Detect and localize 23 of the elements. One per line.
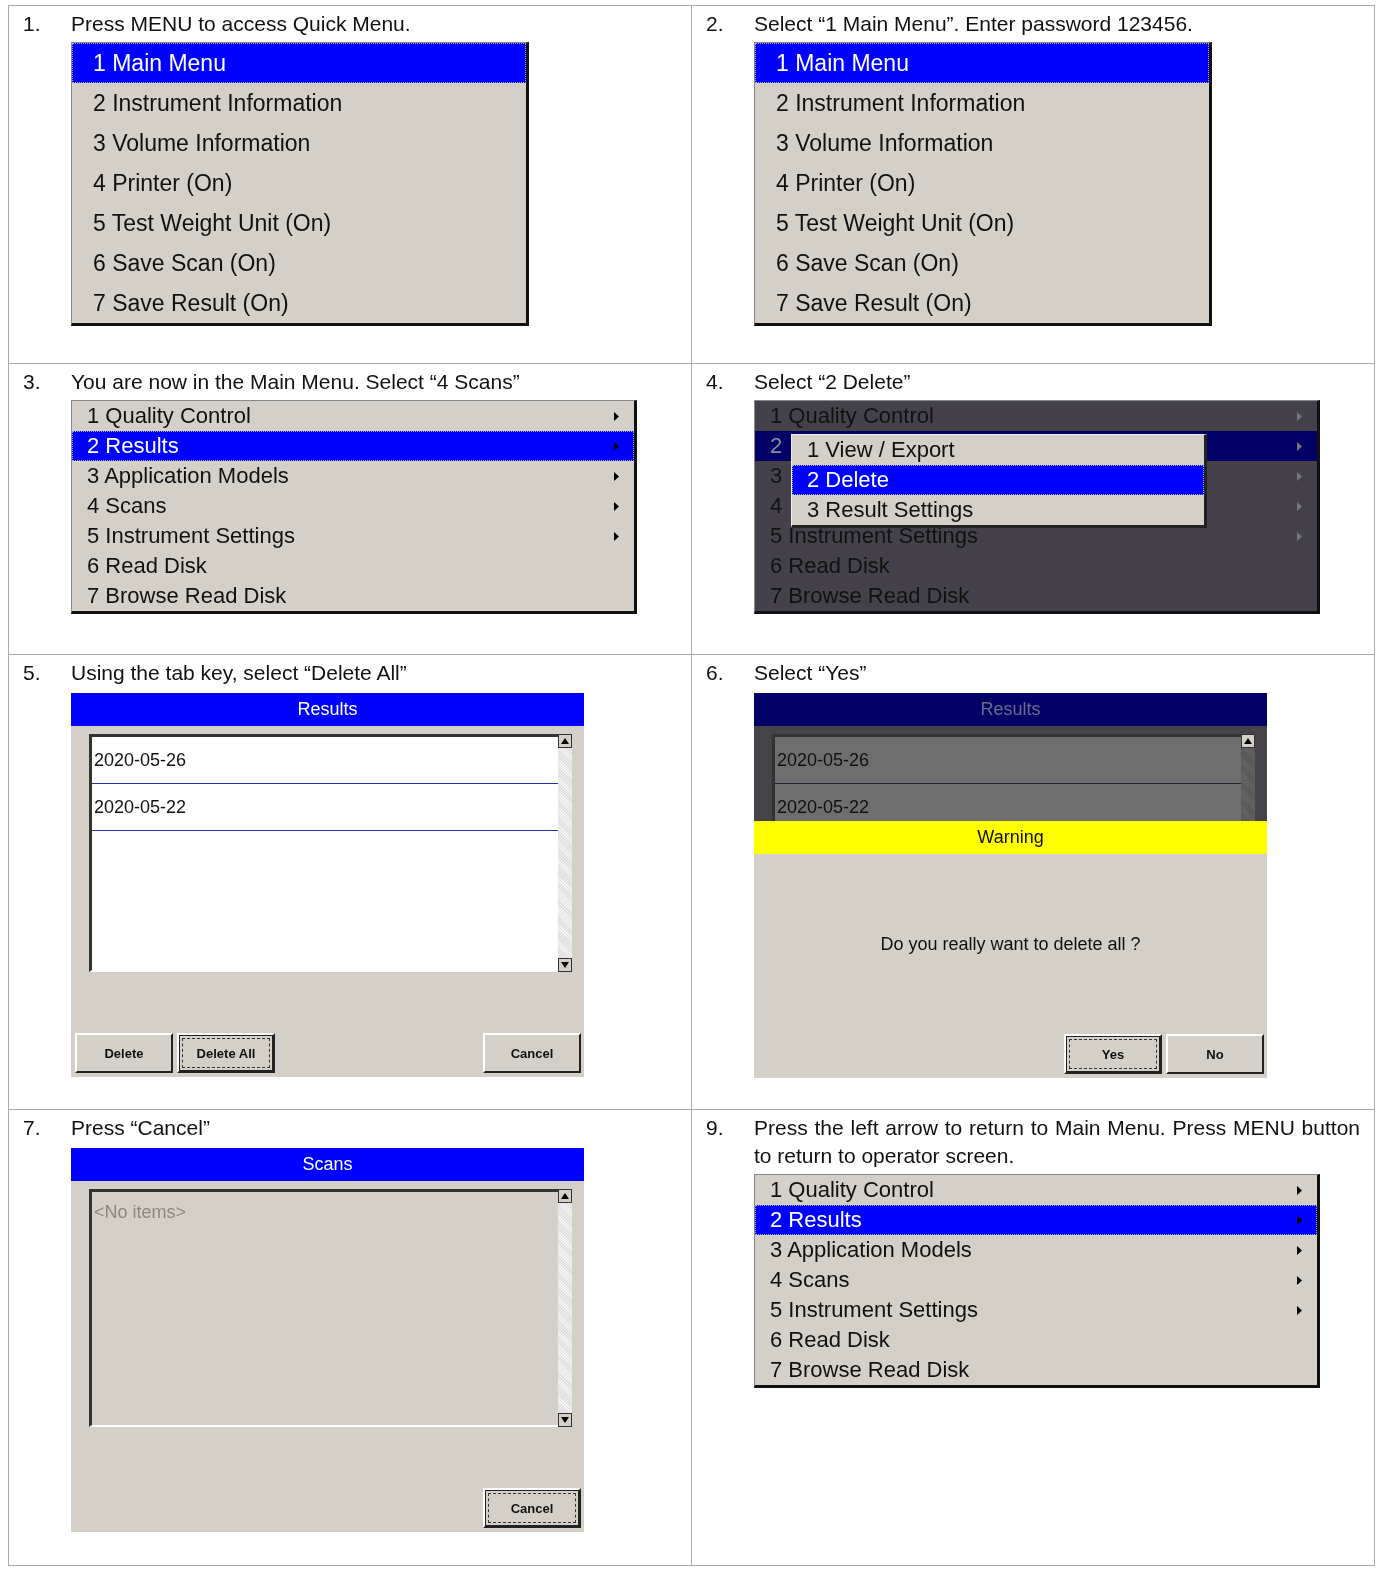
step-number: 9. — [706, 1115, 725, 1141]
step-number: 2. — [706, 11, 725, 37]
step-instruction: Press MENU to access Quick Menu. — [71, 11, 412, 37]
step-number: 5. — [23, 660, 42, 686]
step-number: 3. — [23, 369, 42, 395]
step-instruction: You are now in the Main Menu. Select “4 Scans” — [71, 369, 521, 395]
dialog-title: Results — [754, 693, 1267, 726]
step-instruction: Select “2 Delete” — [754, 369, 912, 395]
dialog-title: Scans — [71, 1148, 584, 1181]
step-instruction: Press “Cancel” — [71, 1115, 211, 1141]
list-row: 2020-05-26 — [775, 737, 1241, 784]
warning-message: Do you really want to delete all ? — [880, 933, 1141, 955]
step-instruction: Select “Yes” — [754, 660, 868, 686]
step-number: 6. — [706, 660, 725, 686]
step-instruction: Press the left arrow to return to Main Menu. Press MENU button to return to operator screen. — [754, 1115, 1360, 1169]
step-number: 1. — [23, 11, 42, 37]
warning-title: Warning — [754, 821, 1267, 854]
step-number: 7. — [23, 1115, 42, 1141]
empty-list-hint: <No items> — [93, 1201, 188, 1224]
step-instruction: Using the tab key, select “Delete All” — [71, 660, 408, 686]
step-instruction: Select “1 Main Menu”. Enter password 123456. — [754, 11, 1194, 37]
dialog-title: Results — [71, 693, 584, 726]
step-number: 4. — [706, 369, 725, 395]
